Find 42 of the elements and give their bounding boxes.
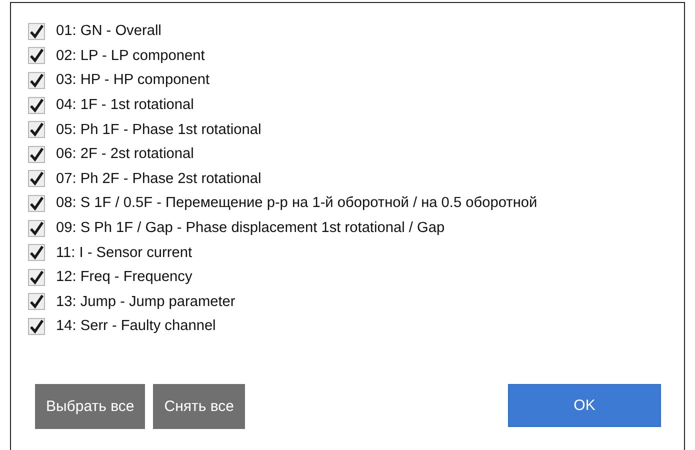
checkbox-label: 09: S Ph 1F / Gap - Phase displacement 1st rotational / Gap xyxy=(56,220,445,236)
checkbox[interactable] xyxy=(28,293,45,310)
checkmark-icon xyxy=(29,318,44,334)
checkbox-label: 03: HP - HP component xyxy=(56,72,210,88)
checkbox-label: 08: S 1F / 0.5F - Перемещение р-р на 1-й оборотной / на 0.5 оборотной xyxy=(56,195,538,212)
checkbox-label: 06: 2F - 2st rotational xyxy=(56,146,194,162)
ok-button[interactable]: OK xyxy=(508,384,661,427)
checkmark-icon xyxy=(29,146,44,162)
checkbox[interactable] xyxy=(28,146,45,163)
checkmark-icon xyxy=(29,171,44,186)
checkbox[interactable] xyxy=(28,47,45,64)
checkbox[interactable] xyxy=(28,268,45,286)
checkbox[interactable] xyxy=(28,318,45,335)
checkbox-label: 14: Serr - Faulty channel xyxy=(56,318,216,334)
checkbox[interactable] xyxy=(28,244,45,262)
checkmark-icon xyxy=(29,245,44,260)
checkmark-icon xyxy=(29,220,44,236)
select-button[interactable]: Выбрать все xyxy=(35,384,146,429)
checkbox-label: 11: I - Sensor current xyxy=(56,244,192,261)
checkbox-label: 01: GN - Overall xyxy=(56,23,162,40)
checkmark-icon xyxy=(29,72,44,88)
checkbox-label: 04: 1F - 1st rotational xyxy=(56,97,194,114)
select-button[interactable]: Снять все xyxy=(153,384,245,429)
checkbox[interactable] xyxy=(28,194,45,212)
checkbox[interactable] xyxy=(28,22,45,40)
checkbox[interactable] xyxy=(28,220,45,237)
checkbox[interactable] xyxy=(28,72,45,89)
checkmark-icon xyxy=(29,48,44,64)
checkmark-icon xyxy=(29,98,44,113)
checkbox[interactable] xyxy=(28,96,45,114)
checkbox-label: 12: Freq - Frequency xyxy=(56,269,192,286)
checkmark-icon xyxy=(29,24,44,39)
checkbox-label: 02: LP - LP component xyxy=(56,48,205,64)
checkmark-icon xyxy=(29,122,44,138)
checkbox[interactable] xyxy=(28,170,45,188)
checkbox-label: 05: Ph 1F - Phase 1st rotational xyxy=(56,122,262,138)
checkmark-icon xyxy=(29,196,44,211)
checkmark-icon xyxy=(29,294,44,310)
checkmark-icon xyxy=(29,270,44,285)
checkbox-label: 07: Ph 2F - Phase 2st rotational xyxy=(56,170,262,187)
checkbox[interactable] xyxy=(28,121,45,138)
checkbox-label: 13: Jump - Jump parameter xyxy=(56,294,236,310)
